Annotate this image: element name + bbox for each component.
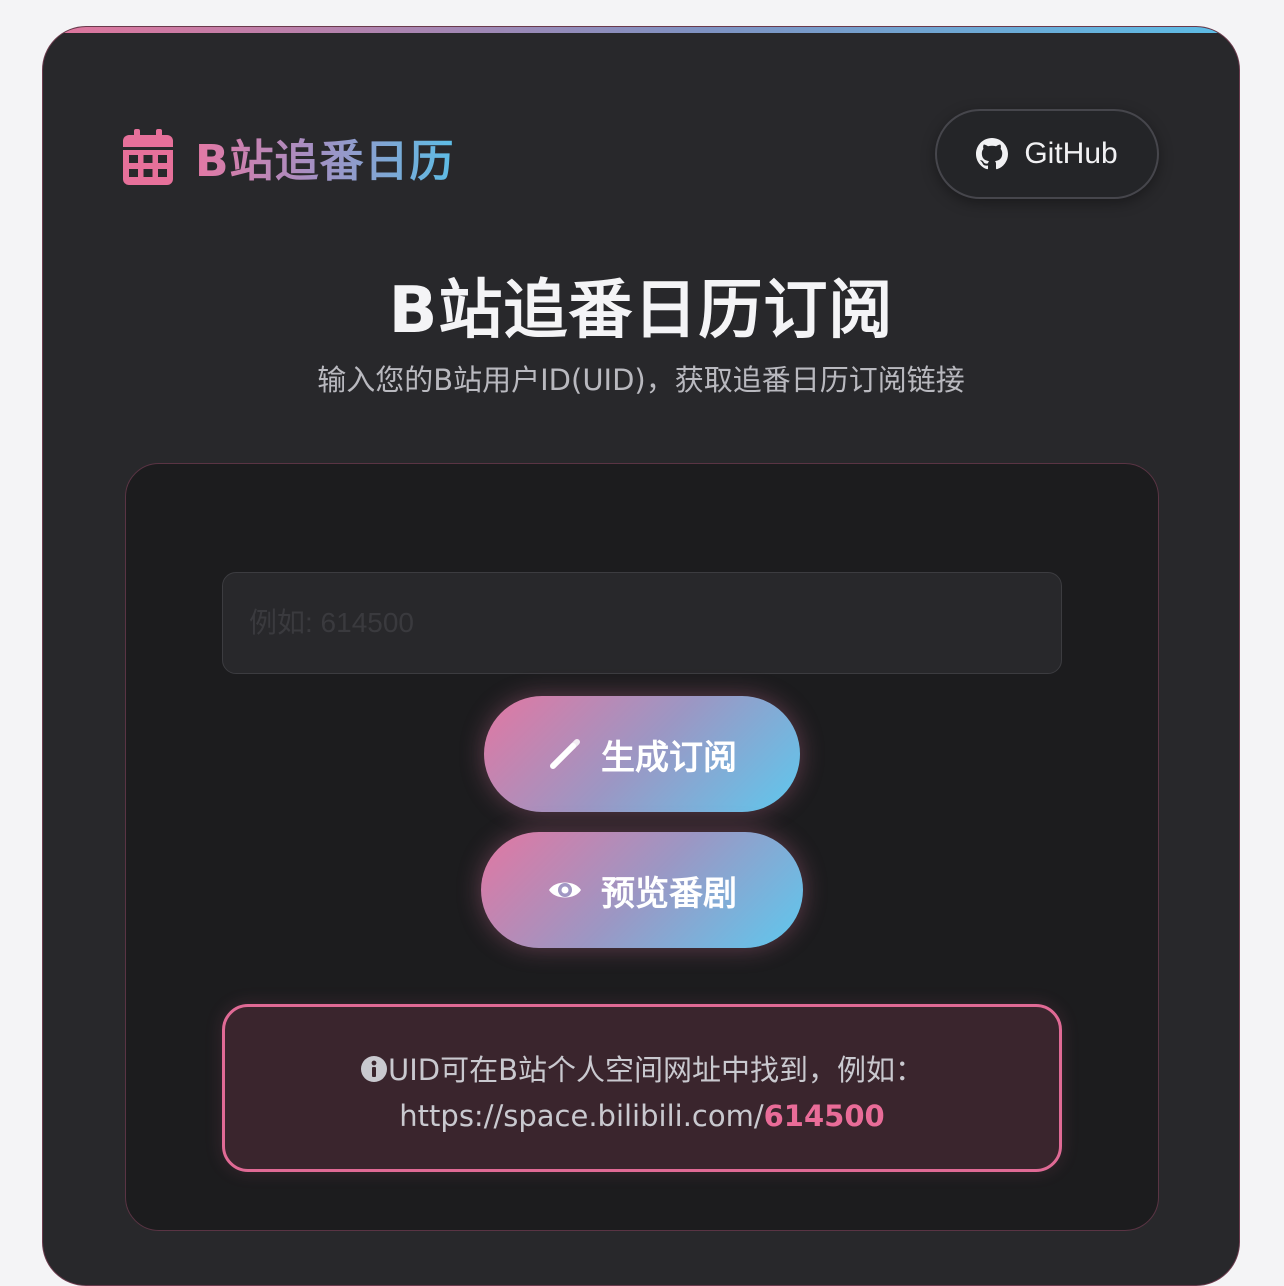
logo[interactable]: B站追番日历 [123,125,455,189]
uid-info-box: UID可在B站个人空间网址中找到，例如： https://space.bilib… [222,1004,1062,1172]
eye-icon [549,882,581,898]
magic-wand-icon [550,739,580,769]
logo-text: B站追番日历 [195,125,455,189]
main-card: B站追番日历 GitHub B站追番日历订阅 输入您的B站用户ID(UID)，获… [42,26,1240,1286]
github-button[interactable]: GitHub [935,109,1159,199]
info-line-2: https://space.bilibili.com/614500 [225,1093,1059,1139]
page-subtitle: 输入您的B站用户ID(UID)，获取追番日历订阅链接 [317,363,965,397]
preview-anime-button[interactable]: 预览番剧 [481,832,803,948]
header: B站追番日历 GitHub [123,109,1159,201]
github-icon [976,138,1009,170]
preview-label: 预览番剧 [601,873,737,914]
calendar-icon [123,129,173,185]
generate-subscription-button[interactable]: 生成订阅 [484,696,800,812]
info-text: UID可在B站个人空间网址中找到，例如： [387,1053,924,1087]
info-circle-icon [360,1056,387,1082]
uid-input[interactable] [222,572,1062,674]
info-url-prefix: https://space.bilibili.com/ [399,1099,764,1133]
github-label: GitHub [1024,137,1118,170]
generate-label: 生成订阅 [601,737,737,778]
info-url-uid: 614500 [763,1099,885,1133]
info-line-1: UID可在B站个人空间网址中找到，例如： [225,1047,1059,1093]
form-panel: 生成订阅 预览番剧 UID可在B站个人空间网址中找到，例如： https://s… [125,463,1159,1231]
page-title: B站追番日历订阅 [388,274,894,348]
gradient-top-bar [43,27,1239,33]
